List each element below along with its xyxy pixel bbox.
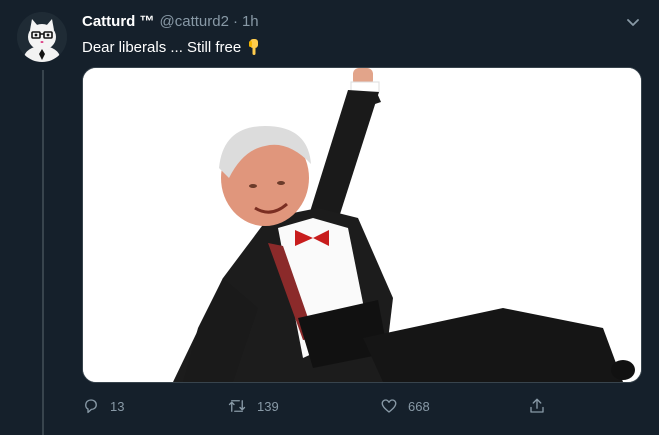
retweet-count: 139 (257, 398, 279, 414)
tweet-media-image[interactable] (82, 67, 642, 383)
heart-icon (381, 399, 397, 413)
reply-icon (85, 399, 97, 414)
reply-count: 13 (110, 398, 125, 414)
tweet-text-content: Dear liberals ... Still free (82, 38, 242, 56)
timestamp[interactable]: 1h (242, 13, 259, 30)
share-button[interactable] (528, 394, 556, 418)
retweet-icon (228, 400, 246, 412)
meme-image (83, 68, 641, 382)
display-name[interactable]: Catturd ™ (82, 13, 155, 30)
thread-line (42, 70, 44, 435)
share-icon (530, 398, 544, 413)
like-count: 668 (408, 398, 430, 414)
retweet-button[interactable]: 139 (227, 394, 279, 418)
tweet-card[interactable]: Catturd ™ @catturd2 · 1h Dear liberals .… (0, 0, 659, 435)
separator-dot: · (232, 13, 238, 30)
like-button[interactable]: 668 (380, 394, 430, 418)
tweet-actions: 13 139 668 (82, 394, 562, 418)
more-options-button[interactable] (624, 14, 642, 32)
backhand-index-pointing-down-icon (245, 38, 263, 56)
avatar[interactable] (17, 12, 67, 62)
tweet-header: Catturd ™ @catturd2 · 1h (82, 13, 259, 33)
chevron-down-icon (627, 19, 639, 26)
tweet-text: Dear liberals ... Still free (82, 38, 263, 56)
user-handle[interactable]: @catturd2 (160, 13, 229, 30)
cat-avatar-icon (17, 12, 67, 62)
reply-button[interactable]: 13 (82, 394, 124, 418)
